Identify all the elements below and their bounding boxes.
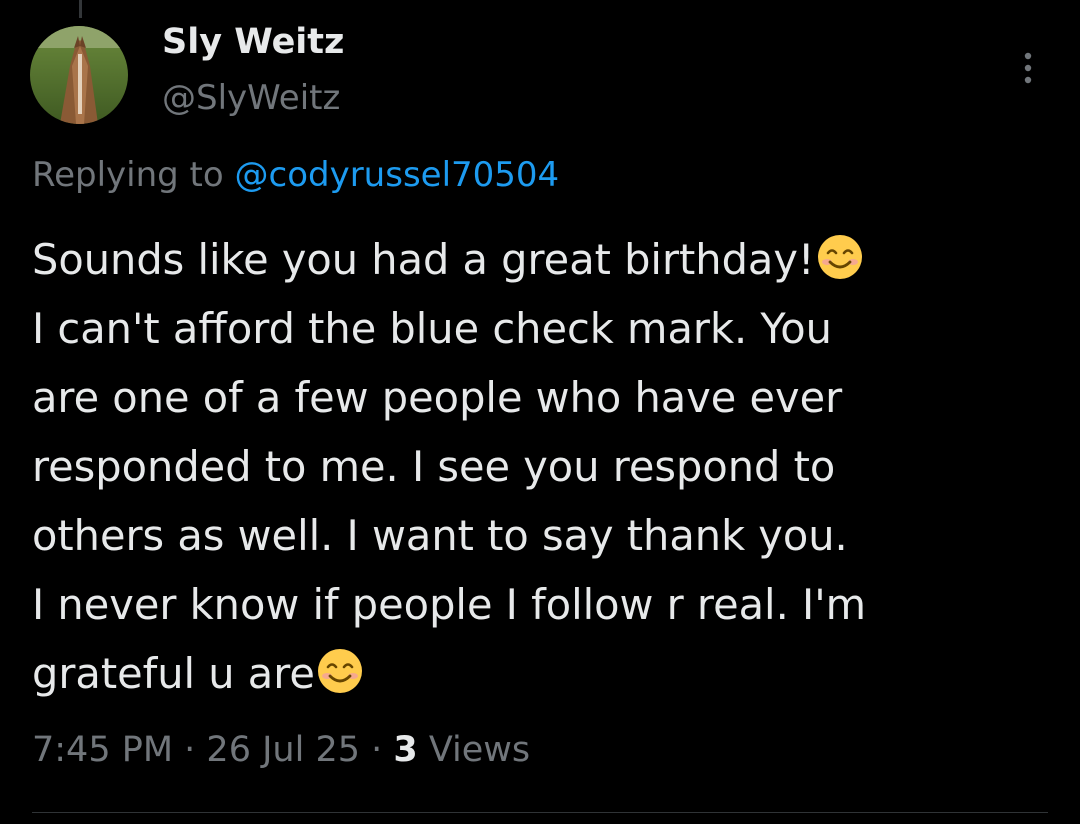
meta-separator: · bbox=[359, 730, 394, 770]
tweet-line: grateful u are bbox=[32, 639, 1052, 708]
smiling-face-emoji-icon bbox=[817, 235, 862, 279]
reply-mention-link[interactable]: @codyrussel70504 bbox=[235, 155, 560, 195]
author-handle[interactable]: @SlyWeitz bbox=[162, 78, 340, 118]
tweet-line: responded to me. I see you respond to bbox=[32, 442, 836, 491]
replying-to-label: Replying to bbox=[32, 155, 235, 195]
views-count: 3 bbox=[393, 730, 418, 770]
tweet-line: others as well. I want to say thank you. bbox=[32, 511, 848, 560]
avatar[interactable] bbox=[30, 26, 128, 124]
more-vertical-icon bbox=[1024, 52, 1032, 84]
tweet-time[interactable]: 7:45 PM bbox=[32, 730, 173, 770]
tweet-line: Sounds like you had a great birthday! bbox=[32, 225, 1052, 294]
views-label: Views bbox=[417, 730, 531, 770]
tweet-line-text: Sounds like you had a great birthday! bbox=[32, 235, 815, 284]
author-display-name[interactable]: Sly Weitz bbox=[162, 22, 344, 62]
tweet-date[interactable]: 26 Jul 25 bbox=[206, 730, 360, 770]
tweet-line: are one of a few people who have ever bbox=[32, 373, 843, 422]
tweet-text: Sounds like you had a great birthday! I … bbox=[32, 225, 1052, 708]
tweet-line-text: grateful u are bbox=[32, 649, 315, 698]
smiling-face-emoji-icon bbox=[317, 649, 362, 693]
tweet-line: I can't afford the blue check mark. You bbox=[32, 304, 832, 353]
thread-connector-line bbox=[79, 0, 82, 18]
meta-separator: · bbox=[173, 730, 207, 770]
replying-to-line: Replying to @codyrussel70504 bbox=[32, 155, 559, 195]
more-options-button[interactable] bbox=[1010, 46, 1046, 90]
divider bbox=[32, 812, 1048, 813]
tweet-metadata: 7:45 PM · 26 Jul 25 · 3 Views bbox=[32, 730, 530, 770]
tweet-line: I never know if people I follow r real. … bbox=[32, 580, 867, 629]
avatar-photo bbox=[30, 26, 128, 124]
